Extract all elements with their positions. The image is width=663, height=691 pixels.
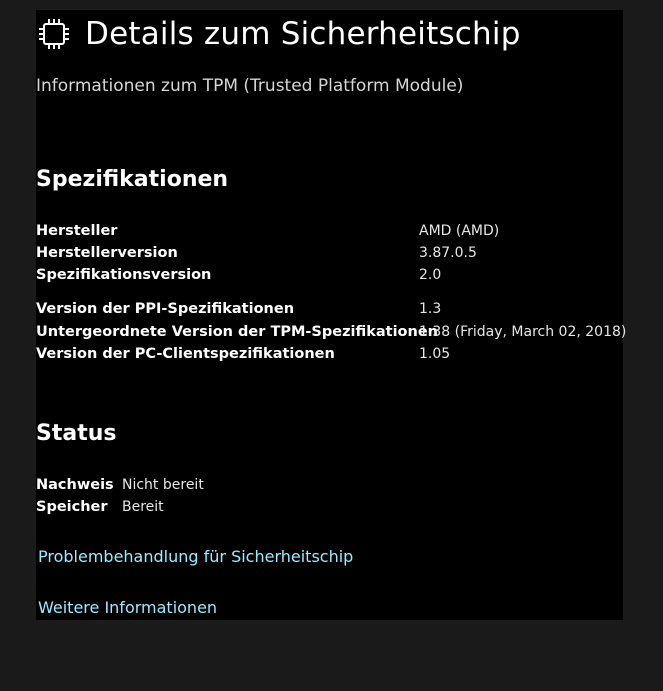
spec-value: 1.3 xyxy=(419,301,442,317)
spec-row-ppi-version: Version der PPI-Spezifikationen 1.3 xyxy=(36,301,623,323)
status-value: Nicht bereit xyxy=(122,477,204,493)
spec-value: 1.38 (Friday, March 02, 2018) xyxy=(419,324,627,340)
page-title: Details zum Sicherheitschip xyxy=(85,16,521,52)
spec-row-tpm-sub-version: Untergeordnete Version der TPM-Spezifika… xyxy=(36,324,627,346)
spec-label: Spezifikationsversion xyxy=(36,267,212,283)
troubleshoot-link[interactable]: Problembehandlung für Sicherheitschip xyxy=(38,547,353,566)
spec-row-manufacturer: Hersteller AMD (AMD) xyxy=(36,223,623,245)
page-header: Details zum Sicherheitschip xyxy=(36,16,521,52)
spec-label: Hersteller xyxy=(36,223,118,239)
spec-label: Herstellerversion xyxy=(36,245,178,261)
spec-value: 3.87.0.5 xyxy=(419,245,477,261)
status-label: Speicher xyxy=(36,499,108,515)
spec-value: AMD (AMD) xyxy=(419,223,500,239)
spec-label: Untergeordnete Version der TPM-Spezifika… xyxy=(36,324,438,340)
tpm-details-panel: Details zum Sicherheitschip Informatione… xyxy=(36,10,627,620)
chip-icon xyxy=(39,19,69,49)
status-label: Nachweis xyxy=(36,477,114,493)
specs-heading: Spezifikationen xyxy=(36,167,229,192)
spec-row-specification-version: Spezifikationsversion 2.0 xyxy=(36,267,623,289)
spec-label: Version der PPI-Spezifikationen xyxy=(36,301,295,317)
more-info-link[interactable]: Weitere Informationen xyxy=(38,598,217,617)
status-value: Bereit xyxy=(122,499,164,515)
status-heading: Status xyxy=(36,421,117,446)
spec-row-manufacturer-version: Herstellerversion 3.87.0.5 xyxy=(36,245,623,267)
spec-label: Version der PC-Clientspezifikationen xyxy=(36,346,335,362)
spec-value: 2.0 xyxy=(419,267,442,283)
page-subtitle: Informationen zum TPM (Trusted Platform … xyxy=(36,76,464,96)
spec-value: 1.05 xyxy=(419,346,451,362)
spec-row-pc-client-version: Version der PC-Clientspezifikationen 1.0… xyxy=(36,346,623,368)
